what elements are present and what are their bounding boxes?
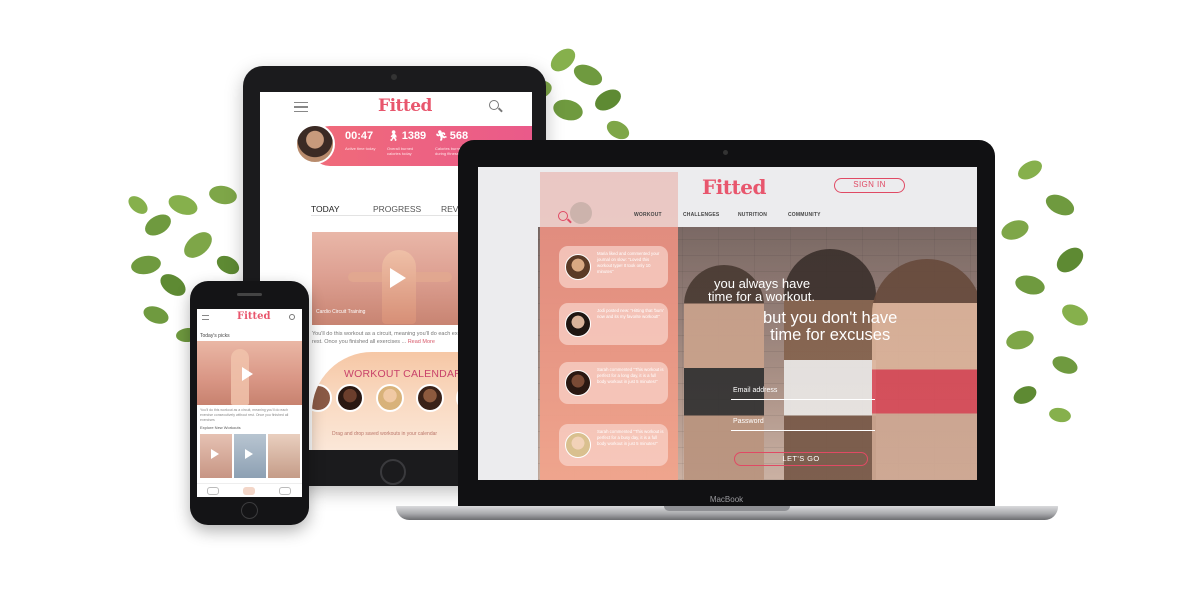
stat-label: Overall burned calories today bbox=[387, 146, 414, 156]
video-caption: Cardio Circuit Training bbox=[316, 309, 366, 315]
tagline-line: time for a workout. bbox=[708, 289, 815, 304]
avatar[interactable] bbox=[295, 124, 335, 164]
running-person-icon: 🏃︎ bbox=[435, 131, 448, 142]
app-logo[interactable]: Fitted bbox=[702, 175, 766, 199]
avatar[interactable] bbox=[565, 432, 591, 458]
calendar-hint: Drag and drop saved workouts in your cal… bbox=[332, 431, 438, 437]
stat-value: 568 bbox=[449, 130, 469, 142]
workout-description: You'll do this workout as a circuit, mea… bbox=[200, 408, 289, 422]
calendar-title: WORKOUT CALENDAR bbox=[344, 368, 462, 380]
workout-video[interactable] bbox=[197, 341, 302, 405]
feed-card-text: Sarah commented "This workout is perfect… bbox=[597, 429, 664, 446]
email-field-label: Email address bbox=[733, 387, 778, 394]
tablet-home-button[interactable] bbox=[380, 459, 406, 485]
avatar[interactable] bbox=[565, 254, 591, 280]
hamburger-menu-icon[interactable] bbox=[202, 315, 209, 320]
phone-speaker bbox=[237, 293, 262, 296]
trainer-avatar[interactable] bbox=[416, 384, 444, 412]
tagline-line: time for excuses bbox=[770, 326, 891, 344]
phone-device: Fitted Today's picks You'll do this work… bbox=[190, 281, 309, 525]
play-icon[interactable] bbox=[245, 449, 253, 459]
laptop-notch bbox=[664, 506, 790, 511]
play-icon[interactable] bbox=[211, 449, 219, 459]
hero-tagline-2: but you don't have time for excuses bbox=[763, 310, 897, 344]
tab-progress[interactable]: PROGRESS bbox=[373, 204, 421, 214]
lets-go-button[interactable]: LET'S GO bbox=[734, 452, 868, 466]
play-icon[interactable] bbox=[242, 367, 253, 381]
nav-community[interactable]: COMMUNITY bbox=[788, 212, 821, 218]
plant-right-decoration bbox=[1001, 160, 1088, 423]
search-icon[interactable] bbox=[558, 211, 568, 221]
nav-nutrition[interactable]: NUTRITION bbox=[738, 212, 767, 218]
device-mockup-scene: Fitted 00:47 Active time today 🚶︎ 1389 Ov… bbox=[0, 0, 1200, 600]
section-title: Explore New Workouts bbox=[200, 425, 241, 430]
feed-card[interactable]: Jodi posted new: "Hitting that 'bum' now… bbox=[559, 303, 668, 345]
tablet-header: Fitted bbox=[260, 92, 532, 122]
tablet-camera bbox=[391, 74, 397, 80]
hamburger-menu-icon[interactable] bbox=[294, 102, 308, 112]
avatar[interactable] bbox=[565, 370, 591, 396]
stat-calories-today: 🚶︎ 1389 bbox=[387, 130, 426, 142]
stat-label: Active time today bbox=[345, 146, 376, 151]
laptop-screen: Fitted SIGN IN WORKOUT CHALLENGES NUTRIT… bbox=[478, 167, 977, 480]
stat-value: 1389 bbox=[401, 130, 427, 142]
feed-card[interactable]: Sarah commented "This workout is perfect… bbox=[559, 424, 668, 466]
trainer-avatar[interactable] bbox=[376, 384, 404, 412]
feed-card[interactable]: Sarah commented "This workout is perfect… bbox=[559, 362, 668, 404]
section-title: Today's picks bbox=[200, 333, 230, 339]
walking-person-icon: 🚶︎ bbox=[387, 131, 400, 142]
workout-thumbnail[interactable] bbox=[234, 434, 266, 478]
email-field[interactable]: Email address bbox=[731, 386, 875, 400]
workout-thumbnail[interactable] bbox=[200, 434, 232, 478]
phone-screen: Fitted Today's picks You'll do this work… bbox=[197, 309, 302, 497]
read-more-link[interactable]: Read More bbox=[408, 339, 435, 345]
explore-workouts-list bbox=[200, 434, 300, 478]
main-nav: WORKOUT CHALLENGES NUTRITION COMMUNITY bbox=[628, 212, 848, 222]
bottom-nav bbox=[197, 483, 302, 497]
app-logo[interactable]: Fitted bbox=[237, 311, 271, 322]
feed-card-text: Jodi posted new: "Hitting that 'bum' now… bbox=[597, 308, 664, 319]
workout-thumbnail[interactable] bbox=[268, 434, 300, 478]
tagline-line: but you don't have bbox=[763, 309, 898, 327]
laptop-camera bbox=[723, 150, 728, 155]
sign-in-button[interactable]: SIGN IN bbox=[834, 178, 905, 193]
avatar[interactable] bbox=[565, 311, 591, 337]
feed-card-text: Sarah commented "This workout is perfect… bbox=[597, 367, 664, 384]
trainer-avatar[interactable] bbox=[336, 384, 364, 412]
hero-tagline-1: you always have time for a workout. bbox=[708, 277, 815, 303]
nav-challenges[interactable]: CHALLENGES bbox=[683, 212, 719, 218]
nav-profile-icon[interactable] bbox=[279, 487, 291, 495]
password-field-label: Password bbox=[733, 418, 764, 425]
stat-calories-fitness: 🏃︎ 568 bbox=[435, 130, 468, 142]
app-logo[interactable]: Fitted bbox=[378, 96, 432, 116]
nav-workout[interactable]: WORKOUT bbox=[634, 212, 662, 218]
nav-home-icon[interactable] bbox=[207, 487, 219, 495]
play-icon[interactable] bbox=[390, 268, 406, 288]
search-icon[interactable] bbox=[289, 314, 295, 320]
stat-active-time: 00:47 bbox=[345, 130, 373, 142]
phone-home-button[interactable] bbox=[241, 502, 258, 519]
password-field[interactable]: Password bbox=[731, 417, 875, 431]
feed-card-text: Maria liked and commented your journal o… bbox=[597, 251, 660, 274]
laptop-brand-label: MacBook bbox=[709, 495, 744, 504]
tab-reviews[interactable]: REV bbox=[441, 204, 458, 214]
avatar[interactable] bbox=[570, 202, 592, 224]
nav-workouts-icon[interactable] bbox=[243, 487, 255, 495]
search-icon[interactable] bbox=[489, 100, 499, 110]
trainer-avatar[interactable] bbox=[312, 384, 332, 412]
stat-value: 00:47 bbox=[345, 130, 374, 142]
feed-card[interactable]: Maria liked and commented your journal o… bbox=[559, 246, 668, 288]
